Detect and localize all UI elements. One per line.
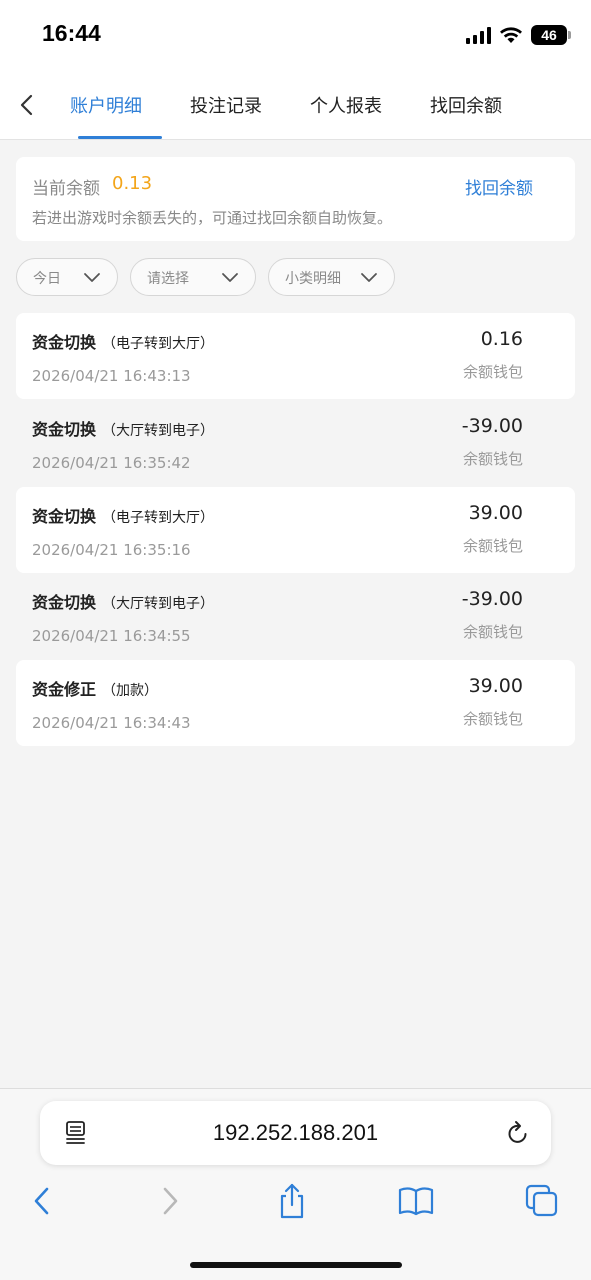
transaction-record[interactable]: 资金切换 （大厅转到电子） 2026/04/21 16:35:42 -39.00 …: [16, 400, 575, 486]
balance-card: 当前余额 0.13 找回余额 若进出游戏时余额丢失的，可通过找回余额自助恢复。: [16, 157, 575, 241]
record-amount: -39.00: [461, 588, 523, 610]
balance-hint: 若进出游戏时余额丢失的，可通过找回余额自助恢复。: [32, 209, 393, 227]
reload-icon[interactable]: [505, 1119, 531, 1147]
record-amount: 39.00: [468, 502, 523, 524]
browser-toolbar: 192.252.188.201: [0, 1088, 591, 1280]
tab-recover-balance[interactable]: 找回余额: [430, 92, 502, 118]
date-filter-dropdown[interactable]: 今日: [16, 258, 118, 296]
back-arrow-icon[interactable]: [22, 1181, 62, 1221]
chevron-down-icon: [222, 273, 238, 282]
transaction-record[interactable]: 资金切换 （电子转到大厅） 2026/04/21 16:35:16 39.00 余…: [16, 487, 575, 573]
record-title: 资金切换 （电子转到大厅）: [32, 503, 214, 527]
active-tab-indicator: [78, 136, 162, 139]
tab-personal-report[interactable]: 个人报表: [310, 92, 382, 118]
transaction-record[interactable]: 资金修正 （加款） 2026/04/21 16:34:43 39.00 余额钱包: [16, 660, 575, 746]
home-indicator: [190, 1262, 402, 1268]
record-time: 2026/04/21 16:43:13: [32, 367, 191, 385]
tabs-icon[interactable]: [522, 1181, 562, 1221]
record-amount: -39.00: [461, 415, 523, 437]
record-time: 2026/04/21 16:34:55: [32, 627, 191, 645]
record-type: 资金切换: [32, 420, 97, 439]
record-type: 资金切换: [32, 507, 97, 526]
address-bar[interactable]: 192.252.188.201: [40, 1101, 551, 1165]
share-icon[interactable]: [272, 1181, 312, 1221]
record-subtype: （电子转到大厅）: [102, 510, 215, 526]
balance-label: 当前余额: [32, 179, 100, 199]
tab-account-details[interactable]: 账户明细: [70, 92, 142, 118]
chevron-down-icon: [361, 273, 377, 282]
record-time: 2026/04/21 16:34:43: [32, 714, 191, 732]
status-icons: 46: [466, 24, 571, 46]
record-title: 资金切换 （电子转到大厅）: [32, 329, 214, 353]
record-wallet: 余额钱包: [462, 450, 523, 468]
record-type: 资金切换: [32, 333, 97, 352]
record-title: 资金切换 （大厅转到电子）: [32, 416, 214, 440]
forward-arrow-icon[interactable]: [150, 1181, 190, 1221]
record-time: 2026/04/21 16:35:16: [32, 541, 191, 559]
bookmarks-icon[interactable]: [396, 1181, 436, 1221]
tab-bet-records[interactable]: 投注记录: [190, 92, 262, 118]
record-subtype: （电子转到大厅）: [102, 336, 215, 352]
record-title: 资金切换 （大厅转到电子）: [32, 589, 214, 613]
record-wallet: 余额钱包: [462, 710, 523, 728]
record-type: 资金修正: [32, 680, 97, 699]
record-wallet: 余额钱包: [462, 537, 523, 555]
category-filter-dropdown[interactable]: 请选择: [130, 258, 256, 296]
subcategory-filter-dropdown[interactable]: 小类明细: [268, 258, 395, 296]
record-subtype: （大厅转到电子）: [102, 423, 215, 439]
record-amount: 39.00: [468, 675, 523, 697]
url-text: 192.252.188.201: [212, 1120, 379, 1145]
status-time: 16:44: [42, 20, 101, 46]
cellular-signal-icon: [466, 26, 491, 44]
chevron-down-icon: [84, 273, 100, 282]
battery-icon: 46: [531, 25, 571, 45]
record-amount: 0.16: [480, 328, 523, 350]
date-filter-label: 今日: [33, 271, 61, 287]
transaction-record[interactable]: 资金切换 （电子转到大厅） 2026/04/21 16:43:13 0.16 余额…: [16, 313, 575, 399]
status-bar: 16:44 46: [0, 0, 591, 70]
category-filter-label: 请选择: [147, 271, 189, 287]
record-subtype: （大厅转到电子）: [102, 596, 215, 612]
wifi-icon: [500, 27, 522, 43]
record-time: 2026/04/21 16:35:42: [32, 454, 191, 472]
subcategory-filter-label: 小类明细: [285, 271, 341, 287]
recover-balance-link[interactable]: 找回余额: [465, 174, 533, 199]
record-title: 资金修正 （加款）: [32, 676, 158, 700]
tab-header: 账户明细 投注记录 个人报表 找回余额: [0, 70, 591, 140]
record-subtype: （加款）: [102, 683, 159, 699]
record-type: 资金切换: [32, 593, 97, 612]
balance-value: 0.13: [112, 173, 153, 194]
transaction-record[interactable]: 资金切换 （大厅转到电子） 2026/04/21 16:34:55 -39.00 …: [16, 573, 575, 659]
record-wallet: 余额钱包: [462, 623, 523, 641]
record-wallet: 余额钱包: [462, 363, 523, 381]
back-chevron-icon[interactable]: [14, 90, 40, 120]
